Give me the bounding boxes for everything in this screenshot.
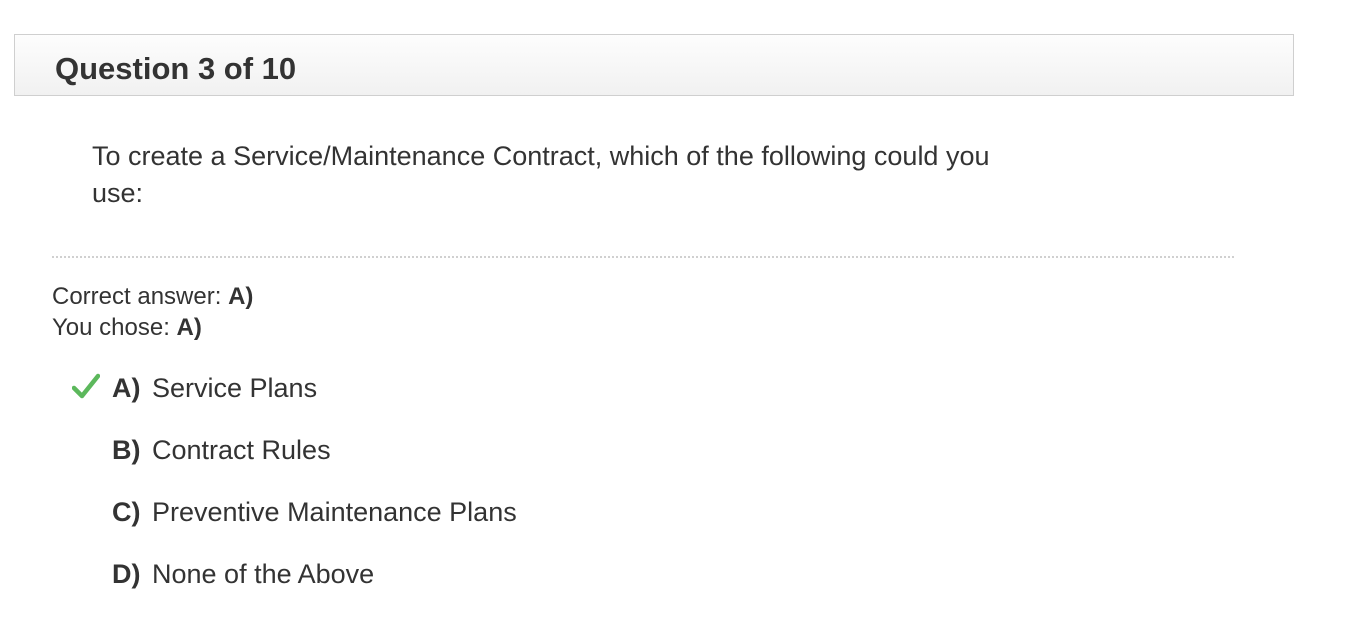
option-letter: D) [112, 559, 141, 589]
option-letter: B) [112, 435, 141, 465]
question-title: Question 3 of 10 [55, 51, 297, 86]
option-d: D) None of the Above [72, 555, 872, 595]
chosen-answer-label: You chose: [52, 314, 177, 341]
option-letter: A) [112, 373, 141, 403]
option-b: B) Contract Rules [72, 431, 872, 471]
option-letter: C) [112, 497, 141, 527]
option-text: Service Plans [152, 373, 318, 403]
option-text: Preventive Maintenance Plans [152, 497, 517, 527]
quiz-review-page: Question 3 of 10 To create a Service/Mai… [0, 0, 1358, 630]
correct-answer-value: A) [228, 283, 254, 310]
question-header: Question 3 of 10 [14, 34, 1294, 96]
chosen-answer-value: A) [176, 314, 202, 341]
check-icon [72, 373, 100, 399]
correct-answer-label: Correct answer: [52, 283, 229, 310]
divider [52, 256, 1234, 258]
correct-answer-line: Correct answer: A) [52, 282, 253, 312]
question-text: To create a Service/Maintenance Contract… [92, 141, 990, 208]
chosen-answer-line: You chose: A) [52, 313, 202, 343]
option-c: C) Preventive Maintenance Plans [72, 493, 872, 533]
option-a: A) Service Plans [72, 369, 872, 409]
option-text: Contract Rules [152, 435, 331, 465]
option-text: None of the Above [152, 559, 375, 589]
